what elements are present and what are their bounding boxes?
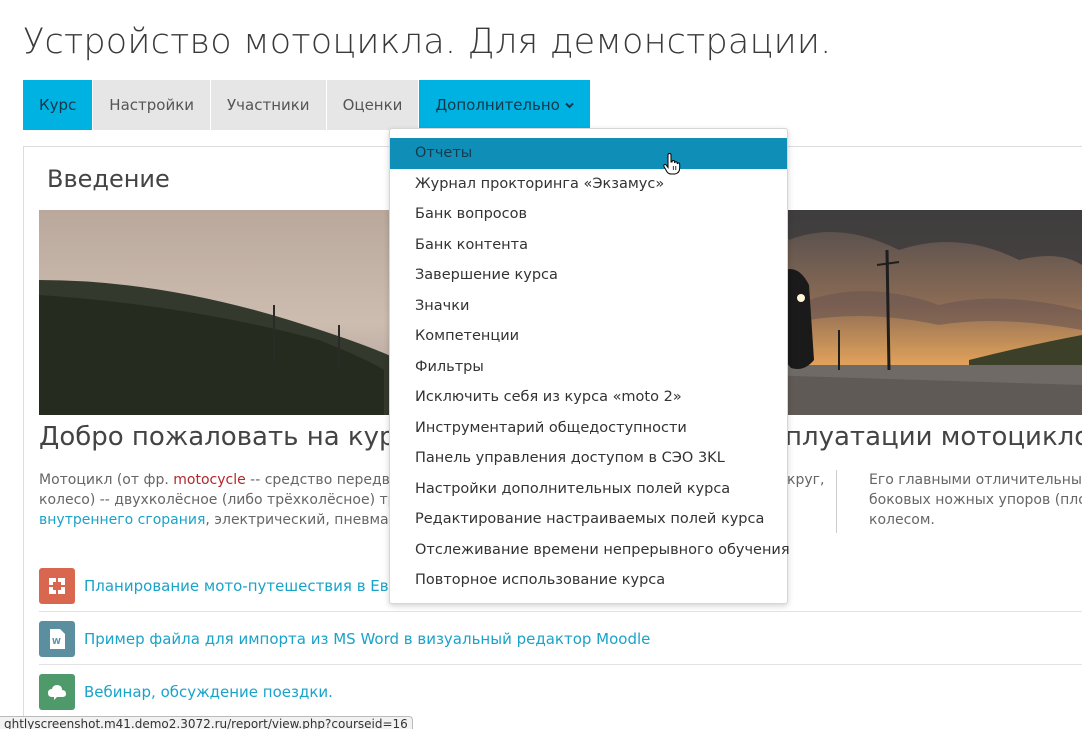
activity-link[interactable]: Пример файла для импорта из MS Word в ви… (84, 630, 650, 648)
menu-item-reports[interactable]: Отчеты (390, 138, 787, 169)
desc-term-foreign: motocycle (173, 472, 246, 488)
word-document-icon: W (39, 620, 75, 657)
menu-item-course-completion[interactable]: Завершение курса (390, 260, 787, 291)
activity-item[interactable]: Вебинар, обсуждение поездки. (39, 666, 1082, 718)
tab-course-label: Курс (39, 96, 77, 114)
description-text: Мотоцикл (от фр. motocycle -- средство п… (39, 470, 440, 530)
browser-status-bar: ghtlyscreenshot.m41.demo2.3072.ru/report… (0, 716, 413, 729)
tab-participants[interactable]: Участники (211, 80, 327, 130)
menu-item-extra-fields-settings[interactable]: Настройки дополнительных полей курса (390, 474, 787, 505)
activity-item[interactable]: W Пример файла для импорта из MS Word в … (39, 613, 1082, 665)
menu-item-badges[interactable]: Значки (390, 291, 787, 322)
webinar-icon (39, 674, 75, 710)
tab-grades-label: Оценки (342, 96, 403, 114)
desc-link-ice[interactable]: внутреннего сгорания (39, 512, 205, 528)
menu-item-time-tracking[interactable]: Отслеживание времени непрерывного обучен… (390, 535, 790, 566)
page-title: Устройство мотоцикла. Для демонстрации. (23, 22, 832, 62)
desc-line1-right: круг, (787, 472, 825, 488)
more-dropdown-menu: Отчеты Журнал прокторинга «Экзамус» Банк… (389, 128, 790, 604)
description-col2: Его главными отличительными ч боковых но… (869, 470, 1082, 530)
menu-item-custom-fields-edit[interactable]: Редактирование настраиваемых полей курса (390, 504, 787, 535)
menu-item-unenrol[interactable]: Исключить себя из курса «moto 2» (390, 382, 787, 413)
welcome-heading: Добро пожаловать на курс, (39, 422, 419, 452)
menu-item-filters[interactable]: Фильтры (390, 352, 787, 383)
tab-more-label: Дополнительно (435, 96, 560, 114)
menu-item-proctoring-log[interactable]: Журнал прокторинга «Экзамус» (390, 169, 787, 200)
menu-item-course-reuse[interactable]: Повторное использование курса (390, 565, 787, 596)
section-title: Введение (47, 165, 170, 193)
chevron-down-icon (565, 102, 574, 108)
tab-more[interactable]: Дополнительно (419, 80, 591, 130)
activity-link[interactable]: Планирование мото-путешествия в Европу (84, 577, 426, 595)
menu-item-content-bank[interactable]: Банк контента (390, 230, 787, 261)
tab-course[interactable]: Курс (23, 80, 94, 130)
scorm-package-icon (39, 567, 75, 604)
tab-grades[interactable]: Оценки (326, 80, 420, 130)
welcome-heading-right: плуатации мотоциклов! (785, 422, 1082, 452)
desc-col2-line3: колесом. (869, 512, 935, 528)
hand-pointer-icon (663, 153, 681, 175)
desc-line2: колесо) -- двухколёсное (либо трёхколёсн… (39, 492, 440, 508)
svg-text:W: W (52, 637, 61, 646)
desc-col2-line1: Его главными отличительными ч (869, 472, 1082, 488)
menu-item-access-control-panel[interactable]: Панель управления доступом в СЭО 3KL (390, 443, 787, 474)
desc-line1-start: Мотоцикл (от фр. (39, 472, 174, 488)
tab-settings[interactable]: Настройки (93, 80, 212, 130)
menu-item-question-bank[interactable]: Банк вопросов (390, 199, 787, 230)
activity-link[interactable]: Вебинар, обсуждение поездки. (84, 683, 333, 701)
tab-participants-label: Участники (227, 96, 310, 114)
tab-settings-label: Настройки (109, 96, 195, 114)
course-nav-tabs: Курс Настройки Участники Оценки Дополнит… (23, 80, 591, 130)
column-divider (836, 470, 837, 533)
desc-col2-line2: боковых ножных упоров (площа (869, 492, 1082, 508)
menu-item-competencies[interactable]: Компетенции (390, 321, 787, 352)
menu-item-accessibility-toolkit[interactable]: Инструментарий общедоступности (390, 413, 787, 444)
